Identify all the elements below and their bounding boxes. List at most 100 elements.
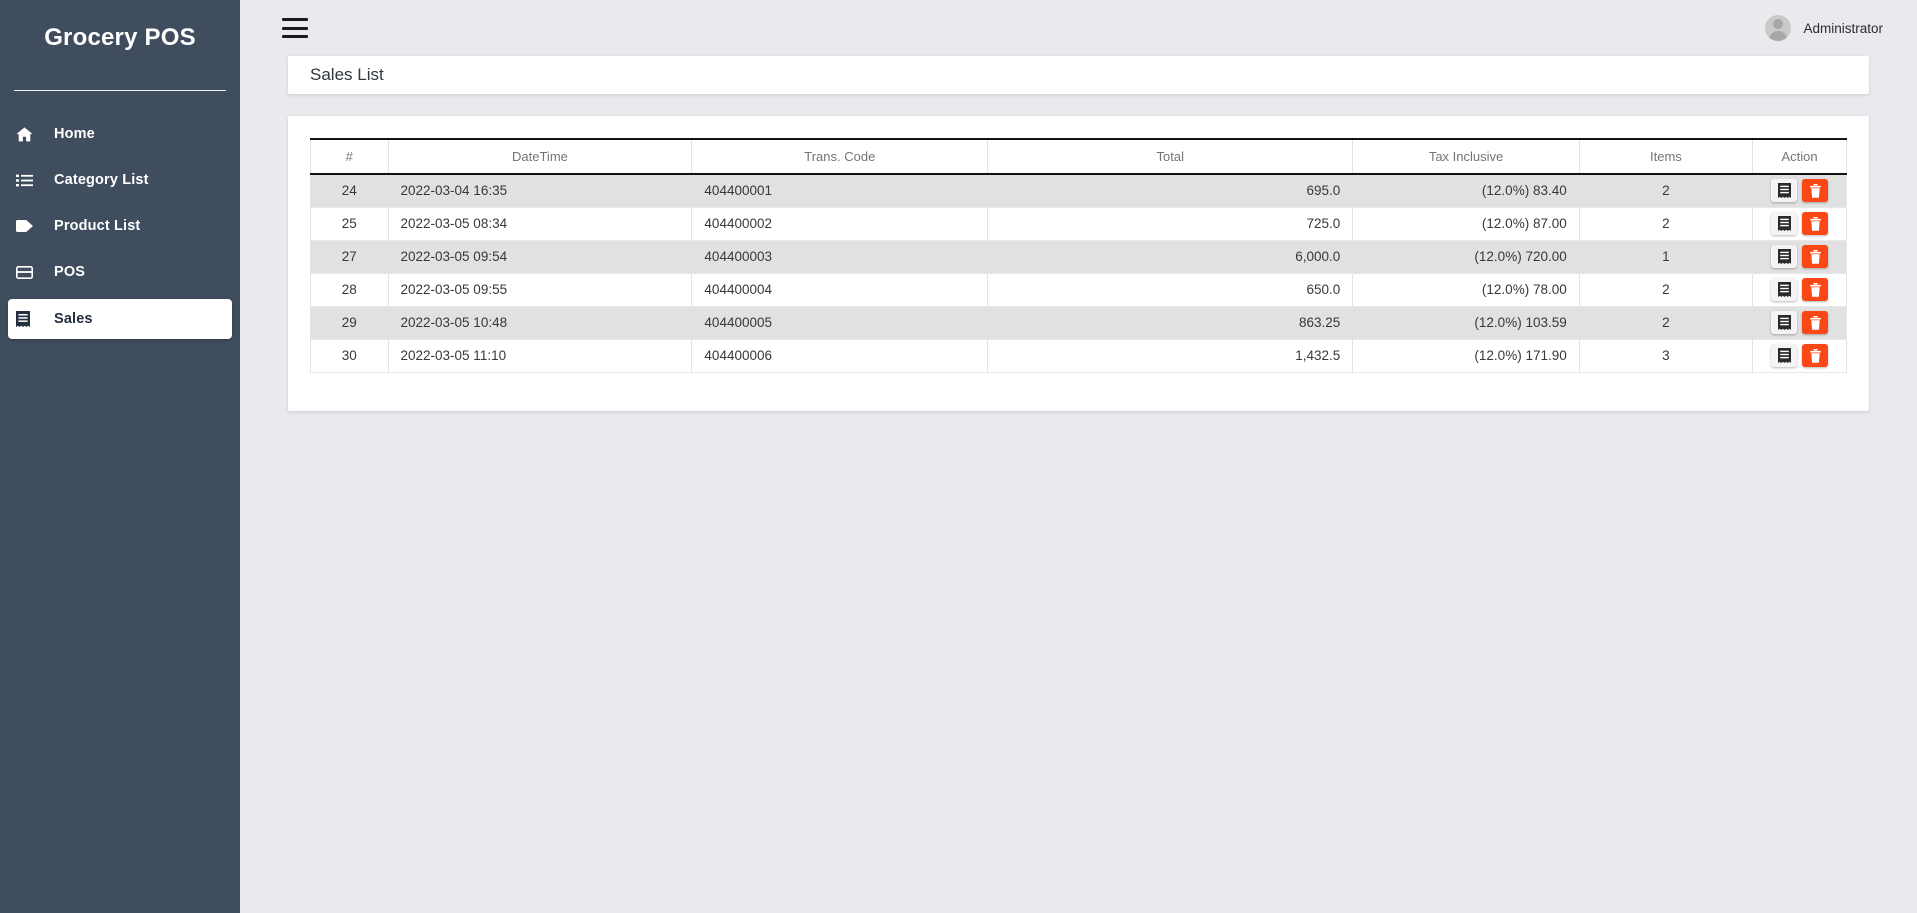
delete-button[interactable] (1802, 344, 1829, 367)
user-menu[interactable]: Administrator (1765, 15, 1883, 41)
row-tax-inclusive: (12.0%) 78.00 (1352, 273, 1580, 307)
hamburger-icon[interactable] (282, 18, 308, 38)
sidebar-item-product-list[interactable]: Product List (0, 207, 232, 245)
row-tax-inclusive: (12.0%) 171.90 (1352, 339, 1580, 373)
row-trans-code: 404400006 (691, 339, 989, 373)
sidebar-item-label: Category List (54, 172, 149, 188)
row-index: 24 (310, 174, 389, 208)
view-receipt-icon (1777, 183, 1791, 199)
row-items: 2 (1578, 207, 1754, 241)
topbar: Administrator (240, 0, 1917, 56)
user-avatar-icon (1765, 15, 1792, 41)
row-items: 2 (1578, 273, 1754, 307)
column-header-action: Action (1752, 138, 1847, 175)
row-trans-code: 404400004 (691, 273, 989, 307)
action-buttons (1759, 212, 1840, 235)
view-receipt-button[interactable] (1771, 179, 1798, 203)
content: Sales List # DateTime Trans. Code Total Tax … (240, 56, 1917, 411)
hamburger-bar (282, 18, 308, 21)
sidebar-item-pos[interactable]: POS (0, 253, 232, 291)
row-total: 863.25 (987, 306, 1354, 340)
table-row: 27 2022-03-05 09:54 404400003 6,000.0 (12.0%… (310, 240, 1847, 274)
sidebar-item-label: POS (54, 264, 86, 280)
row-actions (1752, 339, 1847, 373)
hamburger-bar (282, 26, 308, 30)
action-buttons (1759, 278, 1840, 301)
action-buttons (1759, 179, 1840, 203)
main-area: Administrator Sales List # DateTime Trans.… (240, 0, 1917, 913)
view-receipt-icon (1777, 348, 1791, 363)
row-datetime: 2022-03-05 08:34 (387, 207, 693, 241)
sales-table: # DateTime Trans. Code Total Tax Inclusive It… (310, 138, 1847, 373)
delete-button[interactable] (1802, 311, 1829, 334)
row-datetime: 2022-03-05 11:10 (387, 339, 693, 373)
user-name: Administrator (1803, 20, 1883, 36)
list-icon (16, 174, 42, 187)
trash-icon (1809, 183, 1821, 198)
table-row: 24 2022-03-04 16:35 404400001 695.0 (12.0%) … (310, 174, 1847, 208)
avatar-body (1769, 31, 1788, 41)
sidebar-nav: Home Category List Product List POS Sales (0, 115, 240, 339)
view-receipt-icon (1777, 282, 1791, 297)
trash-icon (1809, 315, 1821, 330)
column-header-datetime: DateTime (387, 138, 693, 175)
trash-icon (1809, 216, 1821, 231)
view-receipt-icon (1777, 315, 1791, 330)
row-actions (1752, 207, 1847, 241)
table-row: 29 2022-03-05 10:48 404400005 863.25 (12.0%)… (310, 306, 1847, 340)
action-buttons (1759, 344, 1840, 367)
sidebar-item-home[interactable]: Home (0, 115, 232, 153)
brand: Grocery POS (0, 0, 240, 62)
app-root: Grocery POS Home Category List Product Lis… (0, 0, 1917, 913)
column-header-items: Items (1578, 138, 1754, 175)
view-receipt-button[interactable] (1771, 212, 1798, 235)
row-actions (1752, 273, 1847, 307)
page-title-card: Sales List (288, 56, 1869, 94)
row-index: 28 (310, 273, 389, 307)
delete-button[interactable] (1802, 278, 1829, 301)
table-header-row: # DateTime Trans. Code Total Tax Inclusive It… (310, 138, 1847, 175)
delete-button[interactable] (1802, 212, 1829, 235)
row-index: 27 (310, 240, 389, 274)
credit-card-icon (16, 265, 42, 279)
column-header-tax-inclusive: Tax Inclusive (1352, 138, 1580, 175)
row-total: 650.0 (987, 273, 1354, 307)
view-receipt-button[interactable] (1771, 344, 1798, 367)
column-header-: # (310, 138, 389, 175)
receipt-icon (16, 311, 42, 327)
column-header-trans-code: Trans. Code (691, 138, 989, 175)
hamburger-bar (282, 35, 308, 38)
row-trans-code: 404400002 (691, 207, 989, 241)
action-buttons (1759, 245, 1840, 268)
delete-button[interactable] (1802, 179, 1829, 203)
view-receipt-button[interactable] (1771, 278, 1798, 301)
sidebar-item-sales[interactable]: Sales (8, 299, 232, 339)
view-receipt-icon (1777, 249, 1791, 264)
row-items: 2 (1578, 306, 1754, 340)
row-index: 29 (310, 306, 389, 340)
row-tax-inclusive: (12.0%) 87.00 (1352, 207, 1580, 241)
page-title: Sales List (310, 65, 384, 84)
table-row: 28 2022-03-05 09:55 404400004 650.0 (12.0%) … (310, 273, 1847, 307)
row-trans-code: 404400001 (691, 174, 989, 208)
row-datetime: 2022-03-05 10:48 (387, 306, 693, 340)
row-total: 725.0 (987, 207, 1354, 241)
sidebar-item-label: Home (54, 126, 95, 142)
table-body: 24 2022-03-04 16:35 404400001 695.0 (12.0%) … (310, 174, 1847, 373)
tag-icon (16, 220, 42, 232)
view-receipt-icon (1777, 216, 1791, 231)
sidebar-item-category-list[interactable]: Category List (0, 161, 232, 199)
row-trans-code: 404400005 (691, 306, 989, 340)
row-items: 3 (1578, 339, 1754, 373)
table-row: 30 2022-03-05 11:10 404400006 1,432.5 (12.0%… (310, 339, 1847, 373)
sidebar-divider (14, 90, 226, 91)
row-items: 2 (1578, 174, 1754, 208)
sidebar-item-label: Product List (54, 218, 141, 234)
delete-button[interactable] (1802, 245, 1829, 268)
view-receipt-button[interactable] (1771, 245, 1798, 268)
view-receipt-button[interactable] (1771, 311, 1798, 334)
avatar-head (1773, 19, 1784, 29)
action-buttons (1759, 311, 1840, 334)
row-datetime: 2022-03-05 09:55 (387, 273, 693, 307)
trash-icon (1809, 249, 1821, 264)
